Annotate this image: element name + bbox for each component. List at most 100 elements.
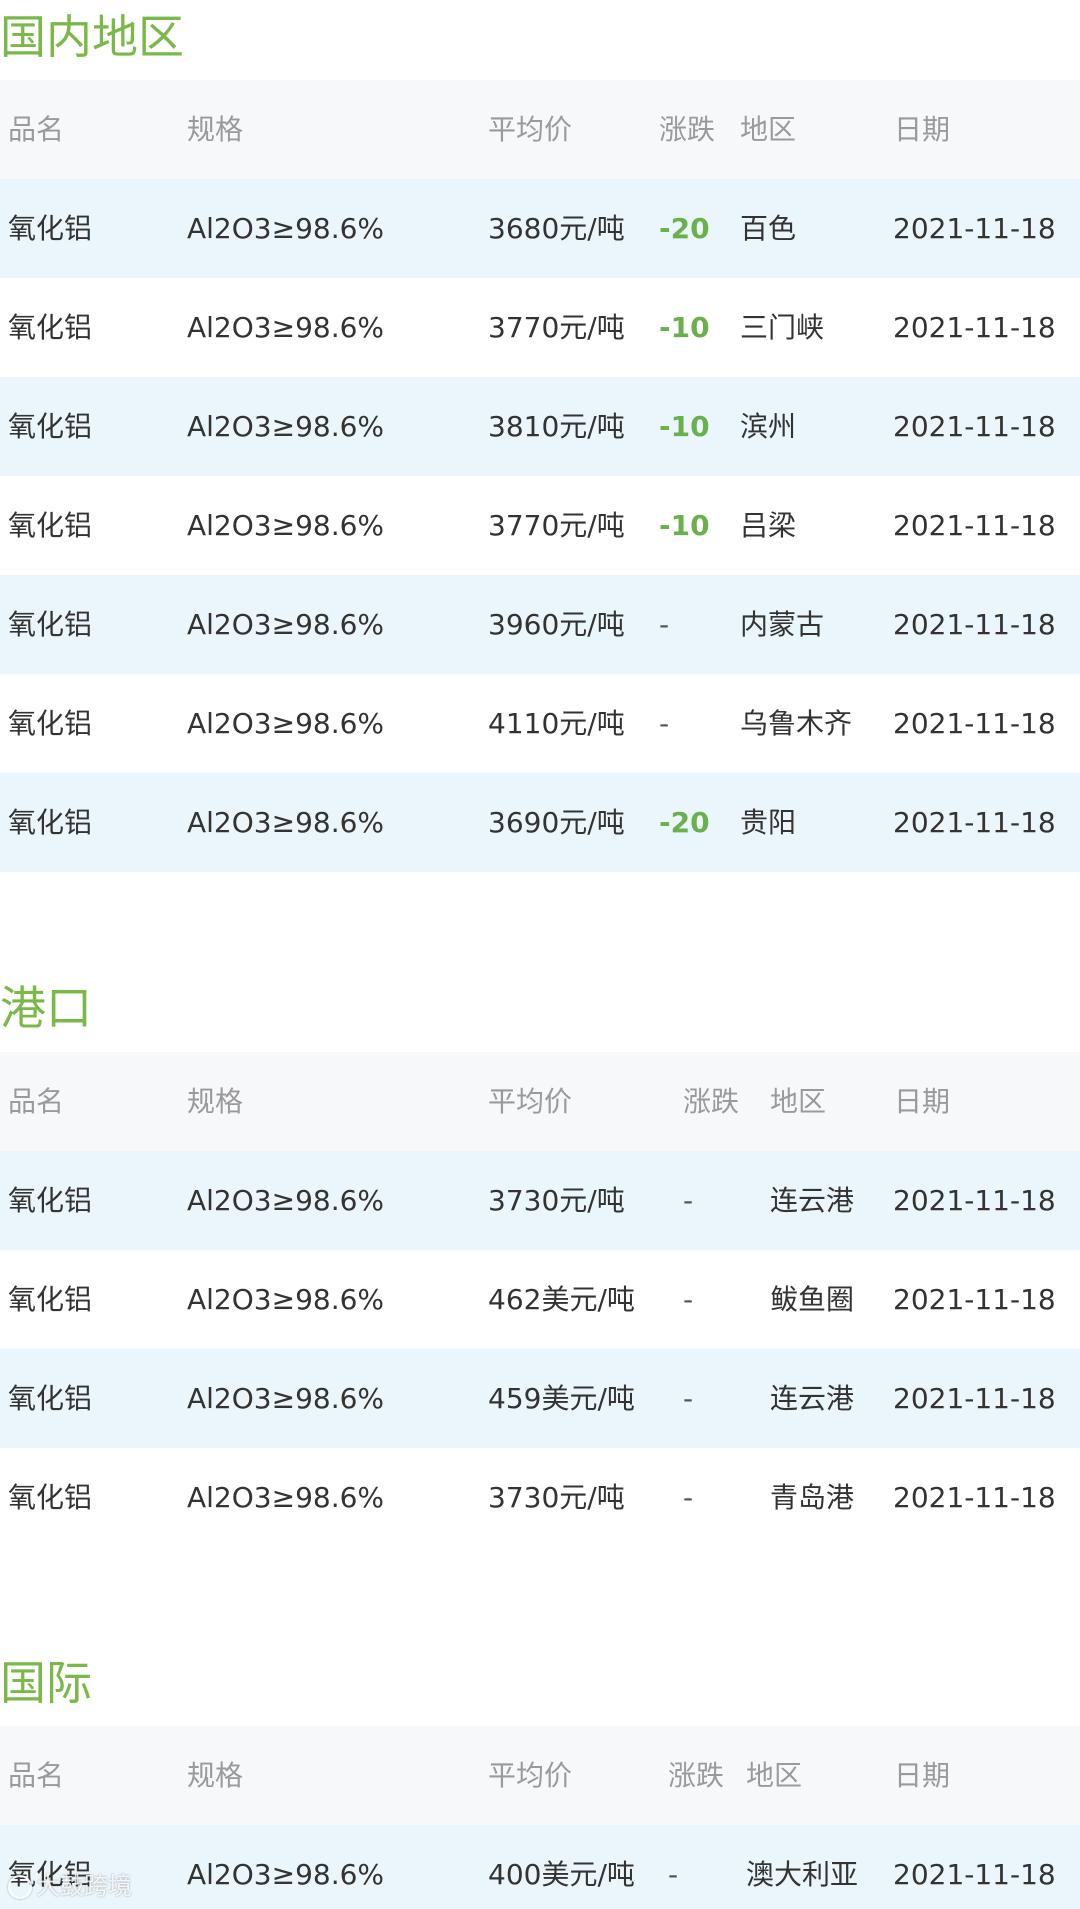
table-row: 氧化铝 Al2O3≥98.6% 400美元/吨 - 澳大利亚 2021-11-1…	[0, 1825, 1080, 1909]
cell-spec: Al2O3≥98.6%	[187, 1481, 385, 1514]
cell-price: 3730元/吨	[488, 1184, 625, 1217]
cell-spec: Al2O3≥98.6%	[187, 311, 385, 344]
cell-spec: Al2O3≥98.6%	[187, 410, 385, 443]
cell-date: 2021-11-18	[893, 1858, 1056, 1891]
cell-region: 连云港	[770, 1382, 855, 1415]
cell-price: 3770元/吨	[488, 311, 625, 344]
cell-change: -	[683, 1184, 694, 1217]
table-row: 氧化铝 Al2O3≥98.6% 459美元/吨 - 连云港 2021-11-18	[0, 1349, 1080, 1448]
cell-price: 3690元/吨	[488, 806, 625, 839]
cell-price: 3770元/吨	[488, 509, 625, 542]
cell-change: -	[683, 1283, 694, 1316]
cell-name: 氧化铝	[8, 311, 93, 344]
section-title-international: 国际	[0, 1656, 92, 1710]
cell-name: 氧化铝	[8, 509, 93, 542]
table-row: 氧化铝 Al2O3≥98.6% 3810元/吨 -10 滨州 2021-11-1…	[0, 377, 1080, 476]
cell-region: 澳大利亚	[746, 1858, 859, 1891]
cell-spec: Al2O3≥98.6%	[187, 707, 385, 740]
cell-price: 400美元/吨	[488, 1858, 635, 1891]
section-title-port: 港口	[0, 981, 92, 1035]
cell-price: 3810元/吨	[488, 410, 625, 443]
section-title-domestic: 国内地区	[0, 10, 184, 64]
cell-price: 459美元/吨	[488, 1382, 635, 1415]
cell-change: -10	[659, 410, 710, 443]
cell-spec: Al2O3≥98.6%	[187, 806, 385, 839]
cell-date: 2021-11-18	[893, 212, 1056, 245]
cell-spec: Al2O3≥98.6%	[187, 1382, 385, 1415]
cell-date: 2021-11-18	[893, 1382, 1056, 1415]
cell-region: 青岛港	[770, 1481, 855, 1514]
cell-date: 2021-11-18	[893, 410, 1056, 443]
cell-name: 氧化铝	[8, 1382, 93, 1415]
cell-date: 2021-11-18	[893, 707, 1056, 740]
col-header-change: 涨跌	[683, 1085, 740, 1118]
cell-change: -	[659, 608, 670, 641]
cell-date: 2021-11-18	[893, 806, 1056, 839]
cell-date: 2021-11-18	[893, 1283, 1056, 1316]
col-header-date: 日期	[894, 1085, 951, 1118]
cell-change: -	[683, 1481, 694, 1514]
col-header-change: 涨跌	[668, 1759, 725, 1792]
col-header-region: 地区	[770, 1085, 827, 1118]
cell-region: 鲅鱼圈	[770, 1283, 855, 1316]
cell-price: 462美元/吨	[488, 1283, 635, 1316]
cell-date: 2021-11-18	[893, 509, 1056, 542]
watermark-text: 大鼓跨境	[36, 1872, 132, 1900]
cell-spec: Al2O3≥98.6%	[187, 509, 385, 542]
cell-change: -10	[659, 311, 710, 344]
table-row: 氧化铝 Al2O3≥98.6% 3730元/吨 - 青岛港 2021-11-18	[0, 1448, 1080, 1547]
cell-region: 连云港	[770, 1184, 855, 1217]
table-header: 品名 规格 平均价 涨跌 地区 日期	[0, 1052, 1080, 1151]
watermark-logo-icon	[8, 1875, 32, 1899]
cell-date: 2021-11-18	[893, 1481, 1056, 1514]
table-row: 氧化铝 Al2O3≥98.6% 3680元/吨 -20 百色 2021-11-1…	[0, 179, 1080, 278]
cell-change: -20	[659, 806, 710, 839]
col-header-spec: 规格	[187, 1085, 244, 1118]
cell-change: -	[668, 1858, 679, 1891]
cell-spec: Al2O3≥98.6%	[187, 608, 385, 641]
cell-price: 3960元/吨	[488, 608, 625, 641]
table-row: 氧化铝 Al2O3≥98.6% 462美元/吨 - 鲅鱼圈 2021-11-18	[0, 1250, 1080, 1349]
table-row: 氧化铝 Al2O3≥98.6% 3690元/吨 -20 贵阳 2021-11-1…	[0, 773, 1080, 872]
watermark: 大鼓跨境	[8, 1874, 132, 1899]
cell-change: -10	[659, 509, 710, 542]
col-header-price: 平均价	[488, 1759, 573, 1792]
page: 国内地区 品名 规格 平均价 涨跌 地区 日期 氧化铝 Al2O3≥98.6% …	[0, 0, 1080, 1909]
table-header: 品名 规格 平均价 涨跌 地区 日期	[0, 1726, 1080, 1825]
cell-name: 氧化铝	[8, 212, 93, 245]
col-header-spec: 规格	[187, 113, 244, 146]
table-row: 氧化铝 Al2O3≥98.6% 3770元/吨 -10 三门峡 2021-11-…	[0, 278, 1080, 377]
cell-region: 乌鲁木齐	[740, 707, 853, 740]
col-header-spec: 规格	[187, 1759, 244, 1792]
cell-date: 2021-11-18	[893, 608, 1056, 641]
cell-name: 氧化铝	[8, 806, 93, 839]
table-domestic: 品名 规格 平均价 涨跌 地区 日期 氧化铝 Al2O3≥98.6% 3680元…	[0, 80, 1080, 872]
cell-price: 3680元/吨	[488, 212, 625, 245]
cell-name: 氧化铝	[8, 707, 93, 740]
cell-price: 4110元/吨	[488, 707, 625, 740]
cell-name: 氧化铝	[8, 608, 93, 641]
cell-change: -20	[659, 212, 710, 245]
cell-name: 氧化铝	[8, 410, 93, 443]
cell-region: 滨州	[740, 410, 797, 443]
table-header: 品名 规格 平均价 涨跌 地区 日期	[0, 80, 1080, 179]
col-header-price: 平均价	[488, 113, 573, 146]
cell-name: 氧化铝	[8, 1283, 93, 1316]
cell-region: 贵阳	[740, 806, 797, 839]
cell-date: 2021-11-18	[893, 311, 1056, 344]
table-port: 品名 规格 平均价 涨跌 地区 日期 氧化铝 Al2O3≥98.6% 3730元…	[0, 1052, 1080, 1547]
table-row: 氧化铝 Al2O3≥98.6% 3730元/吨 - 连云港 2021-11-18	[0, 1151, 1080, 1250]
col-header-date: 日期	[894, 1759, 951, 1792]
table-row: 氧化铝 Al2O3≥98.6% 3770元/吨 -10 吕梁 2021-11-1…	[0, 476, 1080, 575]
col-header-name: 品名	[8, 113, 65, 146]
col-header-price: 平均价	[488, 1085, 573, 1118]
cell-region: 吕梁	[740, 509, 797, 542]
cell-region: 内蒙古	[740, 608, 825, 641]
col-header-name: 品名	[8, 1759, 65, 1792]
cell-date: 2021-11-18	[893, 1184, 1056, 1217]
cell-name: 氧化铝	[8, 1184, 93, 1217]
table-row: 氧化铝 Al2O3≥98.6% 3960元/吨 - 内蒙古 2021-11-18	[0, 575, 1080, 674]
col-header-change: 涨跌	[659, 113, 716, 146]
cell-name: 氧化铝	[8, 1481, 93, 1514]
col-header-name: 品名	[8, 1085, 65, 1118]
